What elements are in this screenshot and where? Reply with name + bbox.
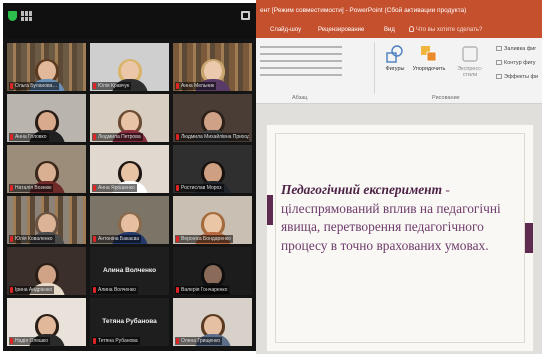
- participant-name-label: Олена Грищенко: [175, 337, 223, 345]
- participant-tile[interactable]: Людмила Михайлівна Приходько: [173, 94, 252, 142]
- powerpoint-window: ент [Режим совместимости] - PowerPoint (…: [256, 0, 542, 354]
- tab-review[interactable]: Рецензирование: [318, 22, 364, 38]
- participant-tile[interactable]: Ірина Андрієнко: [7, 247, 86, 295]
- slide-accent-bar-right: [525, 223, 533, 253]
- ribbon-tabs: Слайд-шоу Рецензирование Вид Что вы хоти…: [256, 22, 542, 38]
- encryption-shield-icon[interactable]: [8, 11, 17, 21]
- participant-tile[interactable]: Анна Ярошенко: [90, 145, 169, 193]
- participant-name-label: Анна Мельник: [175, 82, 217, 90]
- shape-fill-button[interactable]: Заливка фиг: [496, 46, 536, 52]
- participant-tile[interactable]: Наталія Вознюк: [7, 145, 86, 193]
- participant-name-label: Людмила Петрова: [92, 133, 143, 141]
- shapes-icon: [386, 44, 404, 64]
- shape-outline-label: Контур фигу: [504, 60, 536, 66]
- participant-name-label: Валерія Гончаренко: [175, 286, 230, 294]
- paragraph-group-label: Абзац: [292, 95, 308, 101]
- participant-name-label: Анна Ярошенко: [92, 184, 137, 192]
- fullscreen-icon[interactable]: [241, 11, 250, 20]
- slide-term: Педагогічний експеримент: [281, 182, 443, 197]
- tell-me-box[interactable]: Что вы хотите сделать?: [409, 22, 482, 38]
- participant-tile[interactable]: Надія Олешко: [7, 298, 86, 346]
- lightbulb-icon: [409, 26, 414, 32]
- participant-display-name: Алина Волченко: [102, 267, 157, 274]
- shape-fill-label: Заливка фиг: [504, 46, 537, 52]
- participant-name-label: Антоніна Бакаєва: [92, 235, 141, 243]
- gallery-view-icon[interactable]: [21, 11, 32, 21]
- slide-editing-area: Педагогічний експеримент - цілеспрямован…: [256, 104, 542, 354]
- shape-effects-label: Эффекты фи: [504, 74, 539, 80]
- participant-tile[interactable]: Людмила Петрова: [90, 94, 169, 142]
- participant-name-label: Надія Олешко: [9, 337, 51, 345]
- participant-name-label: Тетяна Рубанова: [92, 337, 140, 345]
- ribbon: Абзац Фигуры Упорядочить Экспресс- стили…: [256, 38, 542, 104]
- participant-name-label: Людмила Михайлівна Приходько: [175, 133, 249, 141]
- participant-name-label: Анна Головко: [9, 133, 49, 141]
- shapes-button[interactable]: Фигуры: [380, 44, 410, 72]
- participant-tile[interactable]: Антоніна Бакаєва: [90, 196, 169, 244]
- shape-outline-button[interactable]: Контур фигу: [496, 60, 536, 66]
- participant-tile[interactable]: Валерія Гончаренко: [173, 247, 252, 295]
- tell-me-label: Что вы хотите сделать?: [416, 27, 483, 33]
- arrange-button[interactable]: Упорядочить: [408, 44, 450, 72]
- quick-styles-button[interactable]: Экспресс- стили: [452, 44, 488, 78]
- participant-tile[interactable]: Тетяна Рубанова Тетяна Рубанова: [90, 298, 169, 346]
- participant-tile[interactable]: Ростислав Мороз: [173, 145, 252, 193]
- participant-name-label: Вероніка Бондаренко: [175, 235, 233, 243]
- participant-name-label: Ірина Андрієнко: [9, 286, 55, 294]
- zoom-gallery-window: Ольга Буланова… Юлія Кравчук Анна Мельник А…: [3, 3, 256, 351]
- ribbon-separator: [374, 42, 375, 94]
- quick-styles-icon: [461, 44, 479, 64]
- participant-display-name: Тетяна Рубанова: [102, 318, 157, 325]
- quick-styles-label-2: стили: [462, 72, 478, 78]
- participant-name-label: Юлія Кравчук: [92, 82, 132, 90]
- participant-tile[interactable]: Ольга Буланова…: [7, 43, 86, 91]
- participant-name-label: Юлія Коваленко: [9, 235, 55, 243]
- slide-body-text[interactable]: Педагогічний експеримент - цілеспрямован…: [281, 181, 521, 255]
- shape-effects-button[interactable]: Эффекты фи: [496, 74, 538, 80]
- paint-bucket-icon: [496, 46, 502, 51]
- participant-tile[interactable]: Олена Грищенко: [173, 298, 252, 346]
- participant-tile[interactable]: Алина Волченко Алина Волченко: [90, 247, 169, 295]
- effects-icon: [496, 74, 502, 79]
- drawing-group-label: Рисование: [432, 95, 460, 101]
- participant-tile[interactable]: Юлія Кравчук: [90, 43, 169, 91]
- participant-tile[interactable]: Анна Мельник: [173, 43, 252, 91]
- participant-name-label: Алина Волченко: [92, 286, 138, 294]
- participant-tile[interactable]: Юлія Коваленко: [7, 196, 86, 244]
- participant-tile[interactable]: Анна Головко: [7, 94, 86, 142]
- window-title: ент [Режим совместимости] - PowerPoint (…: [256, 0, 542, 22]
- participant-name-label: Ольга Буланова…: [9, 82, 60, 90]
- participant-tile[interactable]: Вероніка Бондаренко: [173, 196, 252, 244]
- participant-name-label: Наталія Вознюк: [9, 184, 54, 192]
- tab-view[interactable]: Вид: [384, 22, 395, 38]
- arrange-icon: [420, 44, 438, 64]
- tab-slideshow[interactable]: Слайд-шоу: [270, 22, 301, 38]
- slide-accent-bar-left: [267, 195, 273, 225]
- participant-name-label: Ростислав Мороз: [175, 184, 224, 192]
- arrange-label: Упорядочить: [412, 66, 446, 72]
- slide[interactable]: Педагогічний експеримент - цілеспрямован…: [266, 124, 534, 352]
- pen-outline-icon: [496, 60, 502, 65]
- zoom-top-bar: [3, 3, 256, 39]
- paragraph-controls[interactable]: [260, 46, 350, 81]
- shapes-label: Фигуры: [385, 66, 405, 72]
